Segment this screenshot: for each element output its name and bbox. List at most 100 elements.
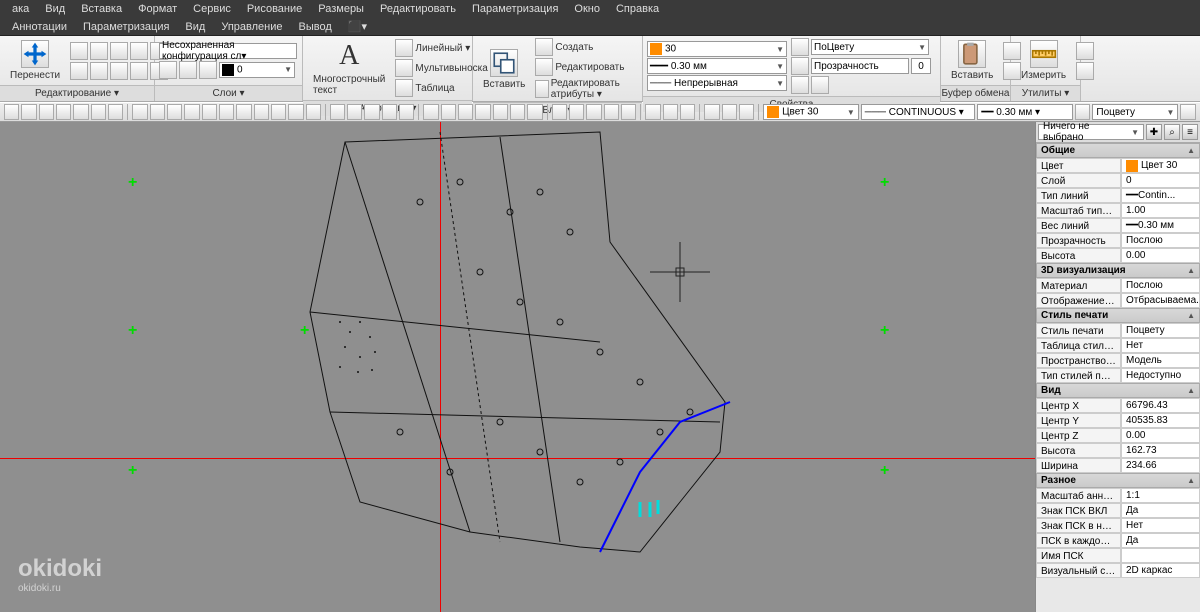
ribbon-tab[interactable]: Аннотации xyxy=(4,21,75,33)
props-row[interactable]: МатериалПослою xyxy=(1036,278,1200,293)
props-row[interactable]: Тип стилей печатиНедоступно xyxy=(1036,368,1200,383)
quickselect-icon[interactable]: ⌕ xyxy=(1164,124,1180,140)
props-value[interactable]: 0.00 xyxy=(1121,248,1200,263)
props-value[interactable]: ━━ Contin... xyxy=(1121,188,1200,203)
linetype-quick-select[interactable]: ─── CONTINUOUS ▾ xyxy=(861,104,976,120)
props-row[interactable]: ПрозрачностьПослою xyxy=(1036,233,1200,248)
block-edit-icon[interactable] xyxy=(535,58,553,76)
edit-tool-icon[interactable] xyxy=(110,42,128,60)
tool-icon[interactable] xyxy=(202,104,217,120)
ribbon-tab[interactable]: Вид xyxy=(177,21,213,33)
menu-item[interactable]: Вставка xyxy=(73,3,130,15)
linetype-select[interactable]: ─── Непрерывная▼ xyxy=(647,75,787,91)
ribbon-tabs[interactable]: Аннотации Параметризация Вид Управление … xyxy=(0,18,1200,36)
menu-item[interactable]: Сервис xyxy=(185,3,239,15)
paste-button[interactable]: Вставить xyxy=(945,38,999,83)
props-row[interactable]: Знак ПСК в нач. ...Нет xyxy=(1036,518,1200,533)
tool-icon[interactable] xyxy=(132,104,147,120)
props-row[interactable]: Центр X66796.43 xyxy=(1036,398,1200,413)
transparency-input[interactable]: 0 xyxy=(911,58,931,74)
tool-icon[interactable] xyxy=(1180,104,1195,120)
tool-icon[interactable] xyxy=(4,104,19,120)
props-row[interactable]: Таблица стилей ...Нет xyxy=(1036,338,1200,353)
edit-tool-icon[interactable] xyxy=(130,62,148,80)
util-icon[interactable] xyxy=(1076,42,1094,60)
props-row[interactable]: Пространство та...Модель xyxy=(1036,353,1200,368)
menu-item[interactable]: Формат xyxy=(130,3,185,15)
menu-item[interactable]: Окно xyxy=(566,3,608,15)
ribbon-tab[interactable]: Вывод xyxy=(290,21,339,33)
lineweight-quick-select[interactable]: ━━ 0.30 мм ▾ xyxy=(977,104,1073,120)
drawing-canvas[interactable]: + + + + + + + okidoki okidoki.ru xyxy=(0,122,1035,612)
menu-item[interactable]: Вид xyxy=(37,3,73,15)
measure-button[interactable]: Измерить xyxy=(1015,38,1072,83)
tool-icon[interactable] xyxy=(108,104,123,120)
tool-icon[interactable] xyxy=(347,104,362,120)
tool-icon[interactable] xyxy=(458,104,473,120)
props-value[interactable]: Нет xyxy=(1121,338,1200,353)
props-section-header[interactable]: Вид▲ xyxy=(1036,383,1200,398)
props-section-header[interactable]: Общие▲ xyxy=(1036,143,1200,158)
tool-icon[interactable] xyxy=(680,104,695,120)
tool-icon[interactable] xyxy=(1075,104,1090,120)
menu-item[interactable]: Рисование xyxy=(239,3,310,15)
tool-icon[interactable] xyxy=(21,104,36,120)
tool-icon[interactable] xyxy=(722,104,737,120)
multileader-icon[interactable] xyxy=(395,59,413,77)
tool-icon[interactable] xyxy=(91,104,106,120)
prop-icon[interactable] xyxy=(811,76,829,94)
props-value[interactable]: 40535.83 xyxy=(1121,413,1200,428)
tool-icon[interactable] xyxy=(663,104,678,120)
tool-icon[interactable] xyxy=(219,104,234,120)
panel-title[interactable]: Слои ▾ xyxy=(155,85,302,101)
props-value[interactable]: 0.00 xyxy=(1121,428,1200,443)
layer-select[interactable]: 0▼ xyxy=(219,62,295,78)
props-value[interactable]: ━━ 0.30 мм xyxy=(1121,218,1200,233)
props-value[interactable]: 0 xyxy=(1121,173,1200,188)
props-settings-icon[interactable]: ≡ xyxy=(1182,124,1198,140)
props-value[interactable]: Нет xyxy=(1121,518,1200,533)
props-value[interactable]: 162.73 xyxy=(1121,443,1200,458)
edit-tool-icon[interactable] xyxy=(90,42,108,60)
edit-tool-icon[interactable] xyxy=(130,42,148,60)
menu-bar[interactable]: ака Вид Вставка Формат Сервис Рисование … xyxy=(0,0,1200,18)
menu-item[interactable]: Справка xyxy=(608,3,667,15)
tool-icon[interactable] xyxy=(330,104,345,120)
quick-toolbar[interactable]: Цвет 30▼ ─── CONTINUOUS ▾ ━━ 0.30 мм ▾ П… xyxy=(0,102,1200,122)
tool-icon[interactable] xyxy=(254,104,269,120)
tool-icon[interactable] xyxy=(739,104,754,120)
prop-icon[interactable] xyxy=(791,38,809,56)
props-value[interactable]: Отбрасываема... xyxy=(1121,293,1200,308)
tool-icon[interactable] xyxy=(510,104,525,120)
props-row[interactable]: Отображение те...Отбрасываема... xyxy=(1036,293,1200,308)
layer-icon[interactable] xyxy=(179,61,197,79)
insert-block-button[interactable]: Вставить xyxy=(477,47,531,92)
plotstyle-quick-select[interactable]: Поцвету▼ xyxy=(1092,104,1178,120)
menu-item[interactable]: ака xyxy=(4,3,37,15)
tool-icon[interactable] xyxy=(704,104,719,120)
props-value[interactable]: 234.66 xyxy=(1121,458,1200,473)
props-value[interactable] xyxy=(1121,548,1200,563)
edit-tool-icon[interactable] xyxy=(70,62,88,80)
tool-icon[interactable] xyxy=(621,104,636,120)
props-row[interactable]: Стиль печатиПоцвету xyxy=(1036,323,1200,338)
props-value[interactable]: Недоступно xyxy=(1121,368,1200,383)
tool-icon[interactable] xyxy=(382,104,397,120)
menu-item[interactable]: Редактировать xyxy=(372,3,464,15)
layer-config-select[interactable]: Несохраненная конфигурация сл▾ xyxy=(159,43,297,59)
tool-icon[interactable] xyxy=(56,104,71,120)
tool-icon[interactable] xyxy=(271,104,286,120)
menu-item[interactable]: Параметризация xyxy=(464,3,566,15)
props-section-header[interactable]: 3D визуализация▲ xyxy=(1036,263,1200,278)
tool-icon[interactable] xyxy=(527,104,542,120)
props-row[interactable]: Тип линий━━ Contin... xyxy=(1036,188,1200,203)
props-value[interactable]: Модель xyxy=(1121,353,1200,368)
tool-icon[interactable] xyxy=(423,104,438,120)
block-attredit-icon[interactable] xyxy=(535,80,548,98)
props-row[interactable]: ПСК в каждом В...Да xyxy=(1036,533,1200,548)
props-row[interactable]: Масштаб аннота...1:1 xyxy=(1036,488,1200,503)
props-section-header[interactable]: Стиль печати▲ xyxy=(1036,308,1200,323)
table-icon[interactable] xyxy=(395,79,413,97)
panel-title[interactable]: Утилиты ▾ xyxy=(1011,85,1080,101)
tool-icon[interactable] xyxy=(150,104,165,120)
